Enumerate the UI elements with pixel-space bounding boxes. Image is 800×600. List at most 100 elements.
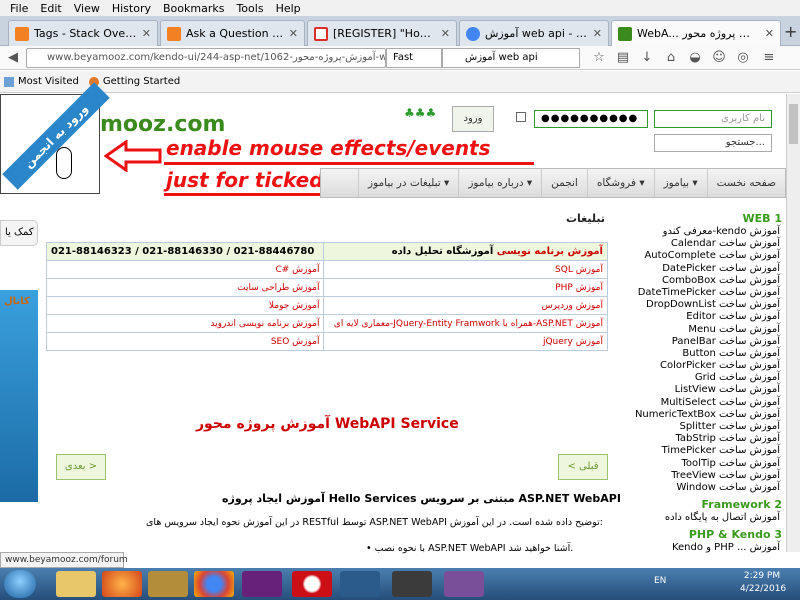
media-player-icon[interactable] [340, 571, 380, 597]
nav-shop[interactable]: فروشگاه ▾ [586, 169, 654, 197]
url-input[interactable]: www.beyamooz.com/kendo-ui/244-asp-net/10… [26, 48, 386, 68]
firefox-icon[interactable] [102, 571, 142, 597]
start-button[interactable] [4, 570, 36, 598]
sidebar-item[interactable]: آموزش ساخت NumericTextBox [616, 409, 786, 421]
menu-tools[interactable]: Tools [230, 2, 269, 15]
menu-file[interactable]: File [4, 2, 34, 15]
sidebar-item[interactable]: آموزش ساخت PanelBar [616, 336, 786, 348]
sidebar-section-title[interactable]: Framework 2 [616, 498, 786, 512]
file-explorer-icon[interactable] [56, 571, 96, 597]
remember-me-checkbox[interactable] [516, 112, 526, 122]
previous-button[interactable]: < قبلی [558, 454, 608, 480]
opera-icon[interactable] [292, 571, 332, 597]
site-logo[interactable]: mooz.com [100, 112, 225, 137]
video-editor-icon[interactable] [392, 571, 432, 597]
search-input[interactable]: آموزش web api [442, 48, 580, 68]
sidebar-item[interactable]: آموزش ساخت Calendar [616, 238, 786, 250]
sidebar-item[interactable]: آموزش ساخت ColorPicker [616, 360, 786, 372]
ad-link[interactable]: آموزش SEO [45, 332, 325, 351]
ad-link[interactable]: آموزش PHP [323, 278, 608, 297]
telegram-channel-banner[interactable]: کانال [0, 290, 38, 502]
tab-google-search[interactable]: آموزش web api - Google ... ✕ [459, 20, 609, 46]
ads-header[interactable]: آموزش برنامه نویسی آموزشگاه تحلیل داده [323, 242, 608, 261]
new-tab-button[interactable]: + [784, 22, 800, 44]
ad-link[interactable]: آموزش jQuery [323, 332, 608, 351]
sidebar-item[interactable]: آموزش ساخت TabStrip [616, 433, 786, 445]
sidebar-item[interactable]: آموزش ساخت DateTimePicker [616, 287, 786, 299]
archive-icon[interactable] [444, 571, 484, 597]
sidebar-item[interactable]: آموزش ساخت Editor [616, 311, 786, 323]
username-field[interactable]: نام کاربری [654, 110, 772, 128]
menu-bookmarks[interactable]: Bookmarks [157, 2, 230, 15]
sidebar-item[interactable]: آموزش ساخت AutoComplete [616, 250, 786, 262]
password-field[interactable]: ●●●●●●●●●● [534, 110, 648, 128]
ad-link[interactable]: آموزش SQL [323, 260, 608, 279]
login-button[interactable]: ورود [452, 106, 494, 132]
menu-history[interactable]: History [106, 2, 157, 15]
reader-icon[interactable]: ▤ [614, 49, 632, 67]
ad-link[interactable]: آموزش جوملا [45, 296, 325, 315]
sidebar-item[interactable]: آموزش ساخت Window [616, 482, 786, 494]
ad-link[interactable]: آموزش #C [45, 260, 325, 279]
fast-extension[interactable]: Fast [386, 48, 442, 68]
nav-ads[interactable]: تبلیغات در بیاموز ▾ [358, 169, 458, 197]
menu-help[interactable]: Help [270, 2, 307, 15]
ad-link[interactable]: آموزش برنامه نویسی اندروید [45, 314, 325, 333]
sidebar-item[interactable]: آموزش ساخت MultiSelect [616, 397, 786, 409]
sidebar-item[interactable]: آموزش ساخت ListView [616, 384, 786, 396]
sidebar-item[interactable]: آموزش اتصال به پایگاه داده [616, 512, 786, 524]
forum-login-ribbon[interactable]: ورود به انجمن [0, 82, 110, 194]
app-icon[interactable] [148, 571, 188, 597]
chrome-icon[interactable] [194, 571, 234, 597]
star-icon[interactable]: ☆ [590, 49, 608, 67]
next-button[interactable]: بعدی > [56, 454, 106, 480]
sync-icon[interactable]: ☺ [710, 49, 728, 67]
close-icon[interactable]: ✕ [765, 27, 774, 40]
sidebar-item[interactable]: آموزش kendo-معرفی کندو [616, 226, 786, 238]
site-search-input[interactable]: جستجو... [654, 134, 772, 152]
back-icon[interactable]: ◀ [4, 49, 22, 67]
tab-gmail-register[interactable]: [REGISTER] "How to Cr... ✕ [307, 20, 457, 46]
sidebar-item[interactable]: آموزش ساخت DropDownList [616, 299, 786, 311]
sidebar-section-title[interactable]: PHP & Kendo 3 [616, 528, 786, 542]
vertical-scrollbar[interactable] [786, 94, 800, 552]
bookmark-getting-started[interactable]: Getting Started [88, 76, 180, 87]
nav-about[interactable]: درباره بیاموز ▾ [458, 169, 541, 197]
sidebar-item[interactable]: آموزش ساخت TimePicker [616, 445, 786, 457]
close-icon[interactable]: ✕ [441, 27, 450, 40]
sidebar-item[interactable]: آموزش ساخت Grid [616, 372, 786, 384]
extension-icon[interactable]: ◎ [734, 49, 752, 67]
home-icon[interactable]: ⌂ [662, 49, 680, 67]
sidebar-item[interactable]: آموزش ساخت TreeView [616, 470, 786, 482]
sidebar-item[interactable]: آموزش ساخت Splitter [616, 421, 786, 433]
scrollbar-thumb[interactable] [789, 104, 798, 144]
hamburger-menu-icon[interactable]: ≡ [760, 49, 778, 67]
ad-link[interactable]: آموزش طراحی سایت [45, 278, 325, 297]
close-icon[interactable]: ✕ [142, 27, 151, 40]
sidebar-item[interactable]: آموزش ساخت ComboBox [616, 275, 786, 287]
language-indicator[interactable]: EN [654, 576, 666, 586]
nav-learn[interactable]: بیاموز ▾ [653, 169, 707, 197]
download-icon[interactable]: ↓ [638, 49, 656, 67]
help-tab[interactable]: کمک یا [0, 220, 38, 246]
menu-view[interactable]: View [68, 2, 106, 15]
ad-link[interactable]: آموزش وردپرس [323, 296, 608, 315]
close-icon[interactable]: ✕ [289, 27, 298, 40]
tab-stackoverflow-tags[interactable]: Tags - Stack Overflow ✕ [8, 20, 158, 46]
users-icon[interactable]: ♣♣♣ [404, 106, 436, 120]
ad-link[interactable]: آموزش ASP.NET-همراه با JQuery-Entity Fra… [323, 314, 608, 333]
sidebar-item[interactable]: آموزش ساخت Button [616, 348, 786, 360]
tab-webapi-active[interactable]: WebA... آموزش پروژه محور ✕ [611, 20, 781, 46]
close-icon[interactable]: ✕ [593, 27, 602, 40]
sidebar-item[interactable]: آموزش ساخت ToolTip [616, 458, 786, 470]
sidebar-section-title[interactable]: WEB 1 [616, 212, 786, 226]
pocket-icon[interactable]: ◒ [686, 49, 704, 67]
sidebar-item[interactable]: آموزش ساخت Menu [616, 324, 786, 336]
nav-home[interactable]: صفحه نخست [706, 169, 785, 197]
system-clock[interactable]: 2:29 PM 4/22/2016 [740, 570, 786, 596]
sidebar-item[interactable]: آموزش ساخت DatePicker [616, 263, 786, 275]
sidebar-item[interactable]: آموزش ... PHP و Kendo [616, 542, 786, 554]
tab-ask-question[interactable]: Ask a Question - Stack ... ✕ [160, 20, 305, 46]
bookmark-most-visited[interactable]: Most Visited [4, 76, 79, 87]
visual-studio-icon[interactable] [242, 571, 282, 597]
